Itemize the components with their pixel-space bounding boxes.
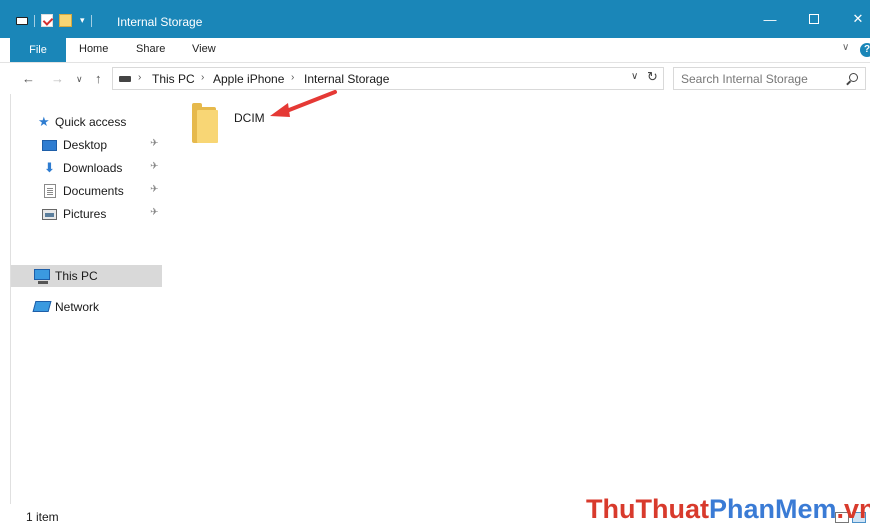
new-folder-icon[interactable] <box>59 14 72 27</box>
nav-item-label: Downloads <box>63 161 123 175</box>
search-box[interactable]: Search Internal Storage <box>673 67 866 90</box>
maximize-button[interactable] <box>792 0 836 38</box>
star-icon: ★ <box>38 114 50 129</box>
watermark-part1: ThuThuat <box>586 494 709 524</box>
breadcrumb-this-pc[interactable]: This PC <box>152 72 195 86</box>
forward-button[interactable]: → <box>51 71 64 86</box>
tab-file[interactable]: File <box>10 38 66 62</box>
breadcrumb-separator: › <box>201 72 205 83</box>
pictures-icon <box>42 209 57 220</box>
nav-item-label: Pictures <box>63 207 107 221</box>
drive-icon <box>119 76 131 82</box>
breadcrumb-apple-iphone[interactable]: Apple iPhone <box>213 72 284 86</box>
nav-item-quick-access[interactable]: ★ Quick access <box>11 111 163 133</box>
breadcrumb-internal-storage[interactable]: Internal Storage <box>304 72 389 86</box>
close-button[interactable]: ✕ <box>836 0 870 38</box>
tab-home[interactable]: Home <box>79 43 108 55</box>
pin-icon[interactable]: ✈ <box>150 207 158 218</box>
properties-icon[interactable] <box>41 14 53 27</box>
toolbar-separator <box>90 14 92 27</box>
pin-icon[interactable]: ✈ <box>150 138 158 149</box>
pin-icon[interactable]: ✈ <box>150 184 158 195</box>
quick-access-toolbar: ▾ <box>16 14 92 27</box>
ribbon-tabs: File Home Share View ∨ ? <box>0 38 870 62</box>
drive-icon[interactable] <box>16 16 28 25</box>
annotation-arrow <box>270 90 337 117</box>
watermark-part3: .vn <box>836 494 870 524</box>
nav-item-label: Network <box>55 300 100 314</box>
nav-item-desktop[interactable]: Desktop ✈ <box>11 134 163 156</box>
tab-view[interactable]: View <box>192 43 216 55</box>
search-icon[interactable] <box>849 73 858 82</box>
up-button[interactable]: ↑ <box>95 71 102 86</box>
refresh-icon[interactable]: ↻ <box>647 69 658 85</box>
maximize-icon <box>809 14 819 24</box>
nav-item-documents[interactable]: Documents ✈ <box>11 180 163 202</box>
nav-item-label: Desktop <box>63 138 108 152</box>
toolbar-separator <box>34 14 35 27</box>
back-button[interactable]: ← <box>22 71 35 86</box>
address-dropdown-icon[interactable]: ∨ <box>631 71 638 82</box>
customize-toolbar-icon[interactable]: ▾ <box>80 15 85 26</box>
watermark: ThuThuatPhanMem.vn <box>586 494 870 525</box>
nav-item-network[interactable]: Network <box>11 296 163 318</box>
watermark-part2: PhanMem <box>708 494 837 524</box>
nav-item-label: This PC <box>55 269 98 283</box>
nav-item-label: Quick access <box>55 115 127 129</box>
item-count: 1 item <box>26 510 59 524</box>
file-list[interactable] <box>162 94 870 504</box>
desktop-icon <box>42 140 57 151</box>
expand-ribbon-icon[interactable]: ∨ <box>842 42 849 53</box>
pin-icon[interactable]: ✈ <box>150 161 158 172</box>
address-toolbar: ← → ∨ ↑ › This PC › Apple iPhone › Inter… <box>0 62 870 94</box>
nav-item-this-pc[interactable]: This PC <box>11 265 163 287</box>
search-placeholder: Search Internal Storage <box>681 72 808 86</box>
title-bar: ▾ Internal Storage — ✕ <box>0 0 870 38</box>
address-bar[interactable]: › This PC › Apple iPhone › Internal Stor… <box>112 67 664 90</box>
nav-item-pictures[interactable]: Pictures ✈ <box>11 203 163 225</box>
close-icon: ✕ <box>852 11 864 26</box>
navigation-pane: ★ Quick access Desktop ✈ ⬇ Downloads ✈ D… <box>10 94 163 504</box>
help-icon[interactable]: ? <box>860 43 870 57</box>
folder-name: DCIM <box>234 111 265 125</box>
breadcrumb-separator: › <box>138 72 142 83</box>
tab-share[interactable]: Share <box>136 43 165 55</box>
nav-item-label: Documents <box>63 184 124 198</box>
folder-icon-front <box>197 110 218 143</box>
nav-item-downloads[interactable]: ⬇ Downloads ✈ <box>11 157 163 179</box>
recent-locations-icon[interactable]: ∨ <box>76 74 83 85</box>
documents-icon <box>44 184 56 198</box>
window-title: Internal Storage <box>117 15 203 29</box>
breadcrumb-separator: › <box>291 72 295 83</box>
computer-icon <box>34 269 50 284</box>
download-icon: ⬇ <box>44 160 55 175</box>
minimize-button[interactable]: — <box>748 0 792 38</box>
minimize-icon: — <box>763 11 777 27</box>
network-icon <box>32 301 52 312</box>
